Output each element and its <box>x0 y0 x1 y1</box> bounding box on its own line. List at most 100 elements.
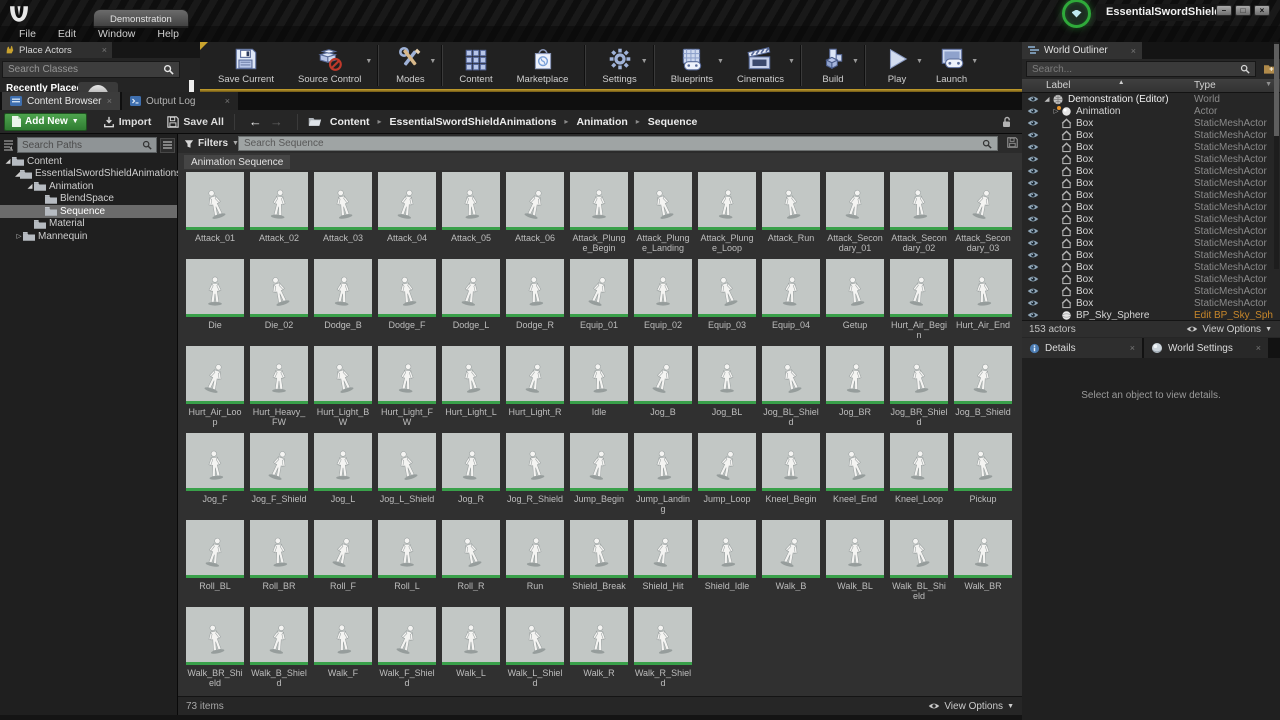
asset-tile[interactable]: Jump_Loop <box>698 433 756 520</box>
asset-tile[interactable]: Pickup <box>954 433 1012 520</box>
tab-output-log[interactable]: Output Log × <box>122 92 238 110</box>
tab-world-outliner[interactable]: World Outliner × <box>1022 42 1142 59</box>
save-all-button[interactable]: Save All <box>167 116 223 128</box>
search-classes-input[interactable]: Search Classes <box>2 61 180 78</box>
asset-tile[interactable]: Dodge_R <box>506 259 564 346</box>
menu-window[interactable]: Window <box>87 28 146 40</box>
tree-expander-icon[interactable]: ◢ <box>26 182 34 190</box>
asset-tile[interactable]: Walk_R_Shield <box>634 607 692 694</box>
tree-item-material[interactable]: Material <box>0 218 177 231</box>
launch-button[interactable]: Launch▼ <box>924 42 979 89</box>
breadcrumb-content[interactable]: Content <box>330 116 370 128</box>
outliner-row-box[interactable]: BoxStaticMeshActor <box>1022 237 1280 249</box>
tree-item-essentialswordshieldanimations[interactable]: ◢EssentialSwordShieldAnimations <box>0 168 177 181</box>
breadcrumb-essentialswordshieldanimations[interactable]: EssentialSwordShieldAnimations <box>390 116 557 128</box>
asset-tile[interactable]: Dodge_F <box>378 259 436 346</box>
import-button[interactable]: Import <box>103 116 152 128</box>
asset-tile[interactable]: Jog_L_Shield <box>378 433 436 520</box>
chevron-down-icon[interactable]: ▼ <box>717 58 724 65</box>
asset-tile[interactable]: Walk_F_Shield <box>378 607 436 694</box>
content-button[interactable]: Content <box>447 42 504 89</box>
outliner-row-box[interactable]: BoxStaticMeshActor <box>1022 129 1280 141</box>
asset-tile[interactable]: Jog_F_Shield <box>250 433 308 520</box>
visibility-eye-icon[interactable] <box>1027 179 1039 187</box>
chevron-down-icon[interactable]: ▼ <box>916 58 923 65</box>
visibility-eye-icon[interactable] <box>1027 155 1039 163</box>
asset-tile[interactable]: Roll_F <box>314 520 372 607</box>
tab-world-settings[interactable]: World Settings× <box>1144 338 1268 358</box>
asset-tile[interactable]: Equip_03 <box>698 259 756 346</box>
asset-tile[interactable]: Jog_F <box>186 433 244 520</box>
tree-item-mannequin[interactable]: ▷Mannequin <box>0 230 177 243</box>
visibility-eye-icon[interactable] <box>1027 287 1039 295</box>
close-tab-icon[interactable]: × <box>107 96 112 106</box>
asset-tile[interactable]: Walk_L <box>442 607 500 694</box>
outliner-row-box[interactable]: BoxStaticMeshActor <box>1022 165 1280 177</box>
source-control-button[interactable]: Source Control▼ <box>286 42 373 89</box>
chevron-down-icon[interactable]: ▼ <box>429 58 436 65</box>
asset-tile[interactable]: Hurt_Light_L <box>442 346 500 433</box>
asset-tile[interactable]: Kneel_Begin <box>762 433 820 520</box>
asset-tile[interactable]: Shield_Idle <box>698 520 756 607</box>
asset-tile[interactable]: Walk_F <box>314 607 372 694</box>
chevron-down-icon[interactable]: ▼ <box>852 58 859 65</box>
asset-tile[interactable]: Attack_Secondary_01 <box>826 172 884 259</box>
menu-file[interactable]: File <box>8 28 47 40</box>
outliner-row-box[interactable]: BoxStaticMeshActor <box>1022 285 1280 297</box>
close-tab-icon[interactable]: × <box>102 45 107 55</box>
back-arrow-button[interactable]: ← <box>245 114 266 129</box>
asset-tile[interactable]: Attack_04 <box>378 172 436 259</box>
tree-item-blendspace[interactable]: BlendSpace <box>0 193 177 206</box>
outliner-row-box[interactable]: BoxStaticMeshActor <box>1022 117 1280 129</box>
sources-view-toggle-icon[interactable] <box>160 138 175 153</box>
asset-tile[interactable]: Walk_B_Shield <box>250 607 308 694</box>
asset-tile[interactable]: Attack_Secondary_02 <box>890 172 948 259</box>
asset-tile[interactable]: Walk_BR <box>954 520 1012 607</box>
asset-tile[interactable]: Roll_L <box>378 520 436 607</box>
outliner-row-demonstration-editor-[interactable]: ◢Demonstration (Editor)World <box>1022 93 1280 105</box>
asset-tile[interactable]: Jog_BR_Shield <box>890 346 948 433</box>
tab-place-actors[interactable]: Place Actors × <box>0 42 112 58</box>
play-button[interactable]: Play▼ <box>870 42 924 89</box>
outliner-row-animation[interactable]: ▷AnimationActor <box>1022 105 1280 117</box>
asset-tile[interactable]: Idle <box>570 346 628 433</box>
asset-tile[interactable]: Roll_R <box>442 520 500 607</box>
breadcrumb-animation[interactable]: Animation <box>576 116 627 128</box>
asset-tile[interactable]: Jog_R_Shield <box>506 433 564 520</box>
outliner-row-box[interactable]: BoxStaticMeshActor <box>1022 261 1280 273</box>
tree-item-content[interactable]: ◢Content <box>0 155 177 168</box>
asset-tile[interactable]: Attack_02 <box>250 172 308 259</box>
asset-tile[interactable]: Jog_BL <box>698 346 756 433</box>
asset-tile[interactable]: Attack_06 <box>506 172 564 259</box>
asset-tile[interactable]: Run <box>506 520 564 607</box>
asset-tile[interactable]: Jog_L <box>314 433 372 520</box>
asset-tile[interactable]: Hurt_Air_Begin <box>890 259 948 346</box>
outliner-row-box[interactable]: BoxStaticMeshActor <box>1022 225 1280 237</box>
visibility-eye-icon[interactable] <box>1027 215 1039 223</box>
outliner-search-input[interactable]: Search... <box>1026 61 1256 77</box>
asset-tile[interactable]: Walk_BL <box>826 520 884 607</box>
asset-tile[interactable]: Attack_03 <box>314 172 372 259</box>
asset-tile[interactable]: Kneel_Loop <box>890 433 948 520</box>
asset-tile[interactable]: Die <box>186 259 244 346</box>
visibility-eye-icon[interactable] <box>1027 227 1039 235</box>
asset-tile[interactable]: Attack_01 <box>186 172 244 259</box>
visibility-eye-icon[interactable] <box>1027 275 1039 283</box>
chevron-down-icon[interactable]: ▼ <box>971 58 978 65</box>
tree-expander-icon[interactable]: ◢ <box>4 157 12 165</box>
asset-tile[interactable]: Hurt_Air_Loop <box>186 346 244 433</box>
asset-tile[interactable]: Hurt_Light_R <box>506 346 564 433</box>
asset-tile[interactable]: Roll_BR <box>250 520 308 607</box>
asset-tile[interactable]: Walk_L_Shield <box>506 607 564 694</box>
asset-tile[interactable]: Jump_Begin <box>570 433 628 520</box>
outliner-view-options-button[interactable]: View Options ▼ <box>1186 324 1272 335</box>
asset-tile[interactable]: Kneel_End <box>826 433 884 520</box>
asset-tile[interactable]: Equip_02 <box>634 259 692 346</box>
search-paths-input[interactable]: Search Paths <box>17 137 157 153</box>
asset-tile[interactable]: Walk_R <box>570 607 628 694</box>
outliner-row-box[interactable]: BoxStaticMeshActor <box>1022 273 1280 285</box>
visibility-eye-icon[interactable] <box>1027 191 1039 199</box>
outliner-row-box[interactable]: BoxStaticMeshActor <box>1022 177 1280 189</box>
close-tab-icon[interactable]: × <box>1256 343 1261 353</box>
asset-tile[interactable]: Jump_Landing <box>634 433 692 520</box>
